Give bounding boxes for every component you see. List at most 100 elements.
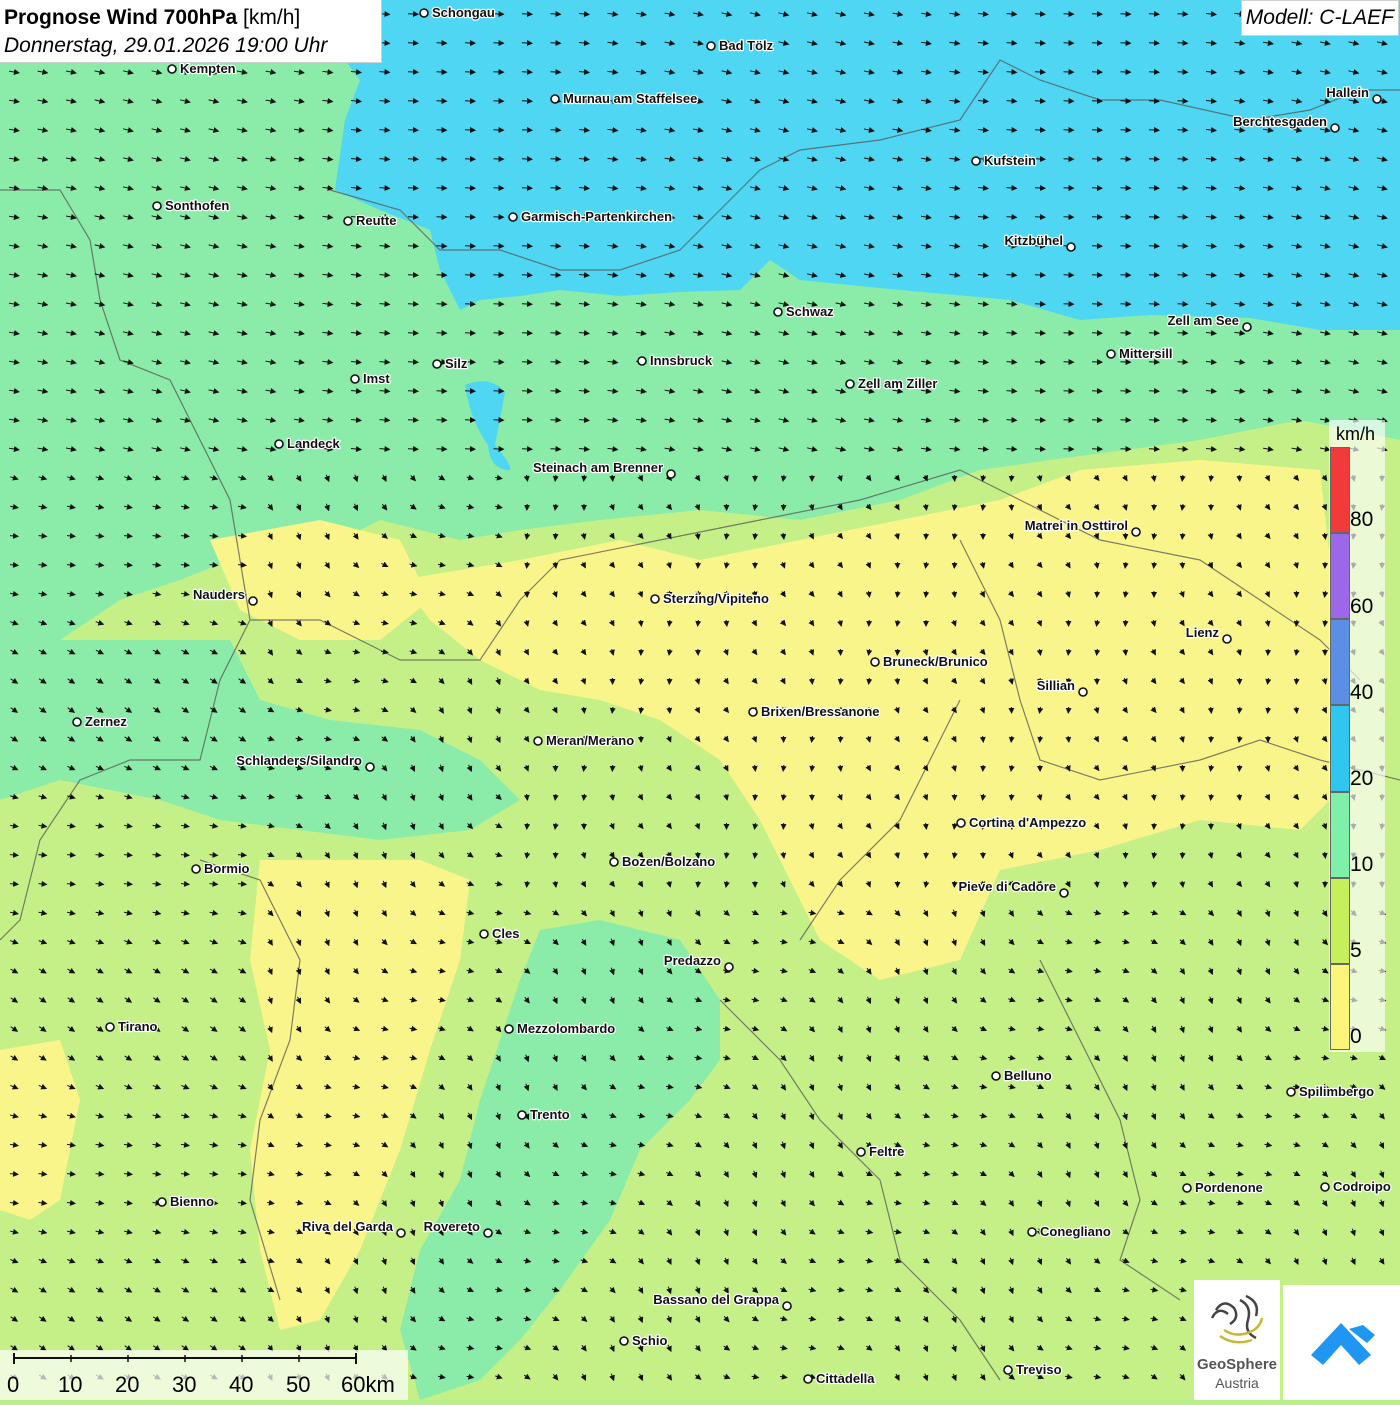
city-marker[interactable] (1028, 1228, 1036, 1236)
city-marker[interactable] (168, 65, 176, 73)
city-marker[interactable] (620, 1337, 628, 1345)
wind-arrow (1149, 275, 1159, 276)
city-marker[interactable] (804, 1375, 812, 1383)
city-label: Codroipo (1333, 1179, 1391, 1194)
wind-arrow (1035, 217, 1045, 218)
city-label: Hallein (1326, 85, 1369, 100)
city-label: Steinach am Brenner (533, 460, 663, 475)
wind-arrow (1178, 101, 1188, 102)
city-marker[interactable] (871, 658, 879, 666)
city-marker[interactable] (1067, 243, 1075, 251)
city-label: Bad Tölz (719, 38, 774, 53)
wind-arrow (551, 130, 561, 131)
city-marker[interactable] (192, 865, 200, 873)
map-title-bold: Prognose Wind 700hPa (4, 6, 237, 29)
wind-arrow (1035, 304, 1045, 305)
wind-arrow (522, 333, 532, 334)
wind-arrow (1149, 43, 1159, 44)
city-marker[interactable] (351, 375, 359, 383)
city-marker[interactable] (249, 597, 257, 605)
city-marker[interactable] (106, 1023, 114, 1031)
city-marker[interactable] (397, 1229, 405, 1237)
wind-arrow (551, 246, 561, 247)
city-marker[interactable] (518, 1111, 526, 1119)
city-label: Cittadella (816, 1371, 875, 1386)
city-marker[interactable] (1107, 350, 1115, 358)
city-label: Schlanders/Silandro (236, 753, 362, 768)
city-label: Mezzolombardo (517, 1021, 615, 1036)
city-marker[interactable] (1004, 1366, 1012, 1374)
city-marker[interactable] (992, 1072, 1000, 1080)
legend-label: 10 (1350, 853, 1373, 877)
scale-label: 0 (7, 1372, 19, 1398)
city-marker[interactable] (651, 595, 659, 603)
city-marker[interactable] (153, 202, 161, 210)
city-label: Treviso (1016, 1362, 1062, 1377)
wind-arrow (408, 362, 418, 363)
city-marker[interactable] (1183, 1184, 1191, 1192)
wind-arrow (551, 159, 561, 160)
city-marker[interactable] (509, 213, 517, 221)
city-marker[interactable] (1321, 1183, 1329, 1191)
city-marker[interactable] (638, 357, 646, 365)
city-label: Zell am Ziller (858, 376, 937, 391)
city-marker[interactable] (433, 360, 441, 368)
city-marker[interactable] (505, 1025, 513, 1033)
city-marker[interactable] (1132, 528, 1140, 536)
city-marker[interactable] (1373, 95, 1381, 103)
city-marker[interactable] (774, 308, 782, 316)
wind-arrow (1149, 217, 1159, 218)
wind-arrow (408, 101, 418, 102)
city-marker[interactable] (480, 930, 488, 938)
city-marker[interactable] (158, 1198, 166, 1206)
city-marker[interactable] (667, 470, 675, 478)
city-marker[interactable] (707, 42, 715, 50)
city-marker[interactable] (1287, 1088, 1295, 1096)
city-marker[interactable] (846, 380, 854, 388)
city-label: Kufstein (984, 153, 1036, 168)
city-label: Kitzbühel (1005, 233, 1064, 248)
wind-arrow (408, 72, 418, 73)
wind-arrow (1182, 533, 1183, 539)
city-label: Sonthofen (165, 198, 229, 213)
city-marker[interactable] (1060, 889, 1068, 897)
wind-arrow (408, 43, 418, 44)
city-label: Schwaz (786, 304, 834, 319)
city-marker[interactable] (1223, 635, 1231, 643)
city-marker[interactable] (344, 217, 352, 225)
partner-logo[interactable] (1283, 1285, 1400, 1400)
city-marker[interactable] (749, 708, 757, 716)
city-marker[interactable] (551, 95, 559, 103)
city-marker[interactable] (783, 1302, 791, 1310)
city-marker[interactable] (73, 718, 81, 726)
city-marker[interactable] (1331, 124, 1339, 132)
city-marker[interactable] (725, 963, 733, 971)
wind-arrow (408, 217, 418, 218)
city-label: Innsbruck (650, 353, 713, 368)
map-date: Donnerstag, 29.01.2026 19:00 Uhr (4, 34, 327, 58)
legend-label: 40 (1350, 681, 1373, 705)
city-marker[interactable] (1243, 323, 1251, 331)
city-marker[interactable] (484, 1229, 492, 1237)
wind-arrow (522, 246, 532, 247)
city-label: Murnau am Staffelsee (563, 91, 697, 106)
city-marker[interactable] (610, 858, 618, 866)
wind-arrow (1178, 188, 1188, 189)
city-marker[interactable] (275, 440, 283, 448)
wind-arrow (1035, 362, 1045, 363)
legend-label: 5 (1350, 939, 1362, 963)
city-marker[interactable] (420, 9, 428, 17)
wind-arrow (1011, 504, 1012, 510)
city-marker[interactable] (1079, 688, 1087, 696)
city-label: Mittersill (1119, 346, 1172, 361)
city-marker[interactable] (534, 737, 542, 745)
city-label: Bozen/Bolzano (622, 854, 715, 869)
city-marker[interactable] (957, 819, 965, 827)
city-label: Bienno (170, 1194, 214, 1209)
legend-segment (1330, 792, 1350, 878)
wind-arrow (522, 188, 532, 189)
city-marker[interactable] (972, 157, 980, 165)
city-marker[interactable] (857, 1148, 865, 1156)
city-marker[interactable] (366, 763, 374, 771)
wind-arrow (408, 333, 418, 334)
